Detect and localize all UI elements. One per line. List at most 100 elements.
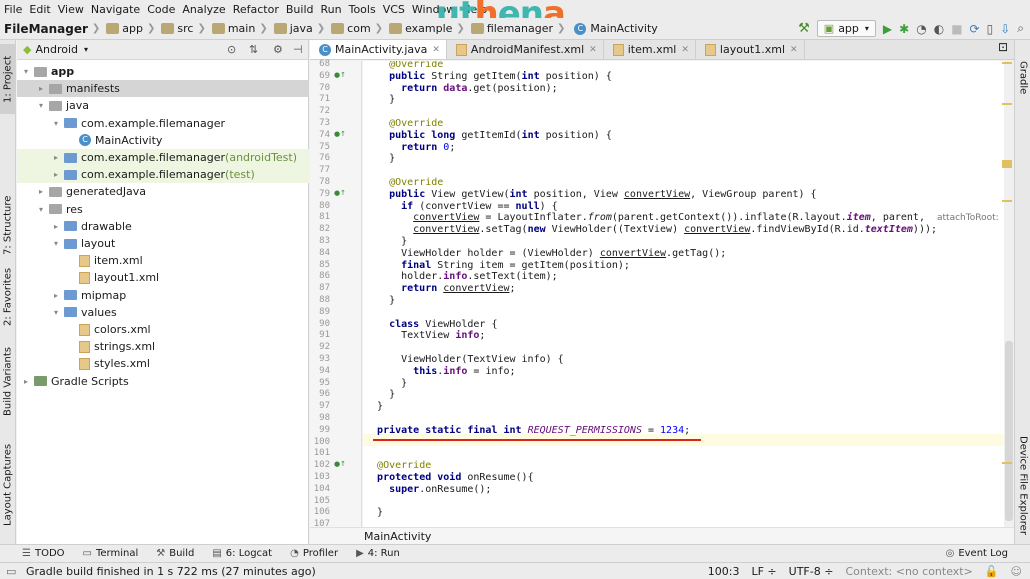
file-encoding[interactable]: UTF-8 ÷ bbox=[789, 565, 834, 578]
bottom-tab-terminal[interactable]: ▭ Terminal bbox=[83, 548, 139, 559]
code-line[interactable]: @Override bbox=[365, 460, 431, 472]
menu-item-build[interactable]: Build bbox=[286, 3, 314, 16]
bottom-tab-todo[interactable]: ☰ TODO bbox=[22, 548, 65, 559]
expand-arrow-icon[interactable]: ▸ bbox=[51, 153, 61, 162]
code-line[interactable]: @Override bbox=[365, 61, 443, 71]
tab-item-xml[interactable]: item.xml ✕ bbox=[604, 40, 696, 59]
breadcrumb-item[interactable]: com ❯ bbox=[331, 22, 387, 35]
tree-item[interactable]: ▾ java bbox=[17, 97, 309, 114]
tree-item[interactable]: layout1.xml bbox=[17, 269, 309, 286]
expand-arrow-icon[interactable]: ▸ bbox=[51, 291, 61, 300]
code-line[interactable]: holder.info.setText(item); bbox=[365, 271, 558, 283]
menu-item-run[interactable]: Run bbox=[321, 3, 342, 16]
tool-tab-structure[interactable]: 7: Structure bbox=[0, 180, 16, 270]
close-icon[interactable]: ✕ bbox=[432, 45, 440, 55]
warning-marker[interactable] bbox=[1002, 103, 1012, 105]
tool-tab-project[interactable]: 1: Project bbox=[0, 44, 16, 114]
menu-item-refactor[interactable]: Refactor bbox=[233, 3, 279, 16]
hide-icon[interactable]: ⊣ bbox=[293, 43, 303, 56]
tool-tab-device-file-explorer[interactable]: Device File Explorer bbox=[1015, 430, 1030, 540]
code-line[interactable]: } bbox=[365, 378, 407, 390]
code-line[interactable]: super.onResume(); bbox=[365, 484, 491, 496]
menu-item-navigate[interactable]: Navigate bbox=[91, 3, 140, 16]
menu-item-vcs[interactable]: VCS bbox=[383, 3, 405, 16]
code-line[interactable]: @Override bbox=[365, 177, 443, 189]
expand-arrow-icon[interactable]: ▾ bbox=[21, 67, 31, 76]
tree-item[interactable]: ▸ manifests bbox=[17, 80, 309, 98]
menu-item-edit[interactable]: Edit bbox=[29, 3, 50, 16]
expand-arrow-icon[interactable]: ▸ bbox=[51, 170, 61, 179]
editor-breadcrumb-label[interactable]: MainActivity bbox=[364, 530, 431, 543]
tree-item[interactable]: ▸ generatedJava bbox=[17, 183, 309, 200]
breadcrumb-item[interactable]: C MainActivity bbox=[571, 22, 658, 35]
collapse-icon[interactable]: ⇅ bbox=[249, 43, 258, 56]
code-line[interactable]: return 0; bbox=[365, 142, 455, 154]
code-line[interactable]: } bbox=[365, 94, 395, 106]
run-icon[interactable]: ▶ bbox=[883, 22, 892, 36]
code-line[interactable]: @Override bbox=[365, 118, 443, 130]
code-line[interactable]: } bbox=[365, 295, 395, 307]
code-line[interactable]: TextView info; bbox=[365, 330, 485, 342]
tab-layout1-xml[interactable]: layout1.xml ✕ bbox=[696, 40, 805, 59]
code-line[interactable]: class ViewHolder { bbox=[365, 319, 497, 331]
breadcrumb-item[interactable]: app ❯ bbox=[106, 22, 159, 35]
expand-arrow-icon[interactable]: ▸ bbox=[21, 377, 31, 386]
attach-icon[interactable]: ◐ bbox=[934, 22, 944, 36]
tree-item[interactable]: ▸ com.example.filemanager (androidTest) bbox=[17, 149, 309, 166]
editor-scrollbar[interactable] bbox=[1004, 61, 1014, 527]
override-marker-icon[interactable]: ●↑ bbox=[334, 71, 346, 79]
tree-item[interactable]: ▸ mipmap bbox=[17, 287, 309, 304]
close-icon[interactable]: ✕ bbox=[589, 45, 597, 55]
code-line[interactable]: return convertView; bbox=[365, 283, 515, 295]
locate-icon[interactable]: ⊙ bbox=[227, 43, 236, 56]
code-line[interactable]: public long getItemId(int position) { bbox=[365, 130, 612, 142]
run-config-select[interactable]: ▣ app ▾ bbox=[816, 20, 876, 37]
code-line[interactable]: if (convertView == null) { bbox=[365, 201, 558, 213]
bottom-tab-profiler[interactable]: ◔ Profiler bbox=[290, 548, 338, 559]
tree-item[interactable]: ▾ values bbox=[17, 304, 309, 321]
menu-item-analyze[interactable]: Analyze bbox=[182, 3, 225, 16]
bottom-tab-6-logcat[interactable]: ▤ 6: Logcat bbox=[212, 548, 272, 559]
avd-icon[interactable]: ▯ bbox=[987, 22, 994, 36]
override-marker-icon[interactable]: ●↑ bbox=[334, 130, 346, 138]
code-line[interactable]: } bbox=[365, 507, 383, 519]
code-line[interactable]: private static final int REQUEST_PERMISS… bbox=[365, 425, 690, 437]
line-separator[interactable]: LF ÷ bbox=[751, 565, 776, 578]
lock-icon[interactable]: 🔓 bbox=[985, 565, 999, 578]
expand-arrow-icon[interactable]: ▾ bbox=[51, 119, 61, 128]
sync-icon[interactable]: ⟳ bbox=[970, 22, 980, 36]
expand-arrow-icon[interactable]: ▾ bbox=[51, 239, 61, 248]
code-line[interactable]: ViewHolder(TextView info) { bbox=[365, 354, 564, 366]
gear-icon[interactable]: ⚙ bbox=[273, 43, 283, 56]
profile-icon[interactable]: ◔ bbox=[916, 22, 926, 36]
inspector-icon[interactable]: ☺ bbox=[1011, 565, 1022, 578]
expand-arrow-icon[interactable]: ▾ bbox=[36, 101, 46, 110]
caret-position[interactable]: 100:3 bbox=[708, 565, 740, 578]
sdk-icon[interactable]: ⇩ bbox=[1000, 22, 1010, 36]
code-line[interactable]: ViewHolder holder = (ViewHolder) convert… bbox=[365, 248, 726, 260]
tool-tab-gradle[interactable]: Gradle bbox=[1015, 48, 1030, 108]
tree-item[interactable]: ▸ com.example.filemanager (test) bbox=[17, 166, 309, 184]
menu-item-code[interactable]: Code bbox=[147, 3, 175, 16]
editor-breadcrumb[interactable]: MainActivity bbox=[310, 527, 1014, 544]
expand-arrow-icon[interactable]: ▾ bbox=[36, 205, 46, 214]
tree-item[interactable]: strings.xml bbox=[17, 338, 309, 355]
code-editor[interactable]: @Override public String getItem(int posi… bbox=[363, 61, 1014, 527]
breadcrumb-item[interactable]: example ❯ bbox=[389, 22, 469, 35]
close-icon[interactable]: ✕ bbox=[681, 45, 689, 55]
code-line[interactable]: public String getItem(int position) { bbox=[365, 71, 612, 83]
breadcrumb-item[interactable]: java ❯ bbox=[273, 22, 329, 35]
search-icon[interactable]: ⌕ bbox=[1017, 21, 1024, 36]
tab-list-icon[interactable]: ⊡ bbox=[992, 40, 1014, 59]
tree-item[interactable]: ▸ Gradle Scripts bbox=[17, 373, 309, 390]
chevron-down-icon[interactable]: ▾ bbox=[84, 45, 88, 54]
hammer-icon[interactable]: ⚒ bbox=[798, 21, 810, 36]
expand-arrow-icon[interactable]: ▸ bbox=[51, 222, 61, 231]
code-line[interactable]: return data.get(position); bbox=[365, 83, 558, 95]
tree-item[interactable]: styles.xml bbox=[17, 355, 309, 372]
bottom-tab-4-run[interactable]: ▶ 4: Run bbox=[356, 548, 400, 559]
code-line[interactable]: } bbox=[365, 153, 395, 165]
breadcrumb-item[interactable]: filemanager ❯ bbox=[470, 22, 570, 35]
breadcrumb-item[interactable]: FileManager ❯ bbox=[4, 22, 104, 36]
stop-icon[interactable]: ■ bbox=[951, 22, 962, 36]
